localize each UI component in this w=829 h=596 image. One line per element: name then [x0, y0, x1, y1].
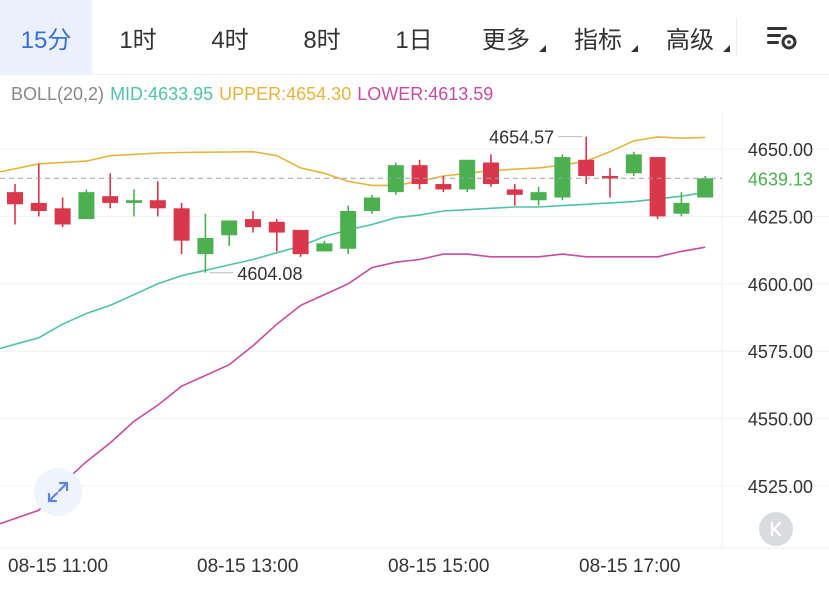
- y-tick-label: 4650.00: [748, 140, 813, 160]
- candle-body: [102, 196, 119, 203]
- candle-body: [245, 219, 261, 228]
- candle-body: [435, 184, 452, 190]
- candle-body: [459, 159, 476, 190]
- candle-body: [54, 208, 71, 225]
- y-tick-label: 4625.00: [748, 207, 813, 227]
- candle-body: [364, 197, 380, 212]
- candle-body: [483, 162, 499, 185]
- candlestick-chart[interactable]: 4650.00 4625.00 4600.00 4575.00 4550.00 4525.…: [0, 0, 829, 596]
- last-price-label: 4639.13: [748, 169, 813, 189]
- y-tick-label: 4525.00: [748, 477, 813, 497]
- candle-body: [625, 154, 642, 174]
- candle-body: [149, 200, 166, 209]
- k-chevron-icon[interactable]: [759, 512, 793, 546]
- candle-body: [221, 220, 238, 236]
- candle-body: [197, 237, 214, 255]
- candle-body: [578, 159, 595, 176]
- candle-body: [30, 202, 47, 212]
- candle-body: [292, 229, 309, 255]
- candle-body: [554, 157, 571, 198]
- y-tick-label: 4550.00: [748, 410, 813, 430]
- x-axis: 08-15 11:00 08-15 13:00 08-15 15:00 08-1…: [0, 548, 829, 596]
- x-tick-label: 08-15 13:00: [197, 556, 299, 577]
- low-annotation-label: 4604.08: [237, 264, 302, 284]
- y-tick-label: 4600.00: [748, 275, 813, 295]
- y-tick-label: 4575.00: [748, 342, 813, 362]
- x-tick-label: 08-15 17:00: [579, 556, 681, 577]
- candle-body: [649, 157, 666, 217]
- candle-body: [530, 192, 547, 201]
- candle-body: [340, 211, 357, 249]
- candle-body: [7, 192, 23, 205]
- x-tick-label: 08-15 11:00: [8, 556, 109, 577]
- expand-arrows-icon[interactable]: [34, 468, 82, 516]
- candle-body: [78, 192, 95, 220]
- candle-body: [673, 202, 690, 214]
- candle-body: [126, 200, 142, 203]
- high-annotation-label: 4654.57: [489, 128, 554, 148]
- x-tick-label: 08-15 15:00: [388, 556, 490, 577]
- candle-body: [173, 208, 190, 241]
- boll-lower-line: [0, 246, 706, 525]
- candle-body: [316, 243, 333, 252]
- candle-body: [506, 189, 523, 195]
- candle-body: [697, 178, 714, 198]
- candle-body: [268, 221, 285, 233]
- candle-body: [411, 165, 428, 185]
